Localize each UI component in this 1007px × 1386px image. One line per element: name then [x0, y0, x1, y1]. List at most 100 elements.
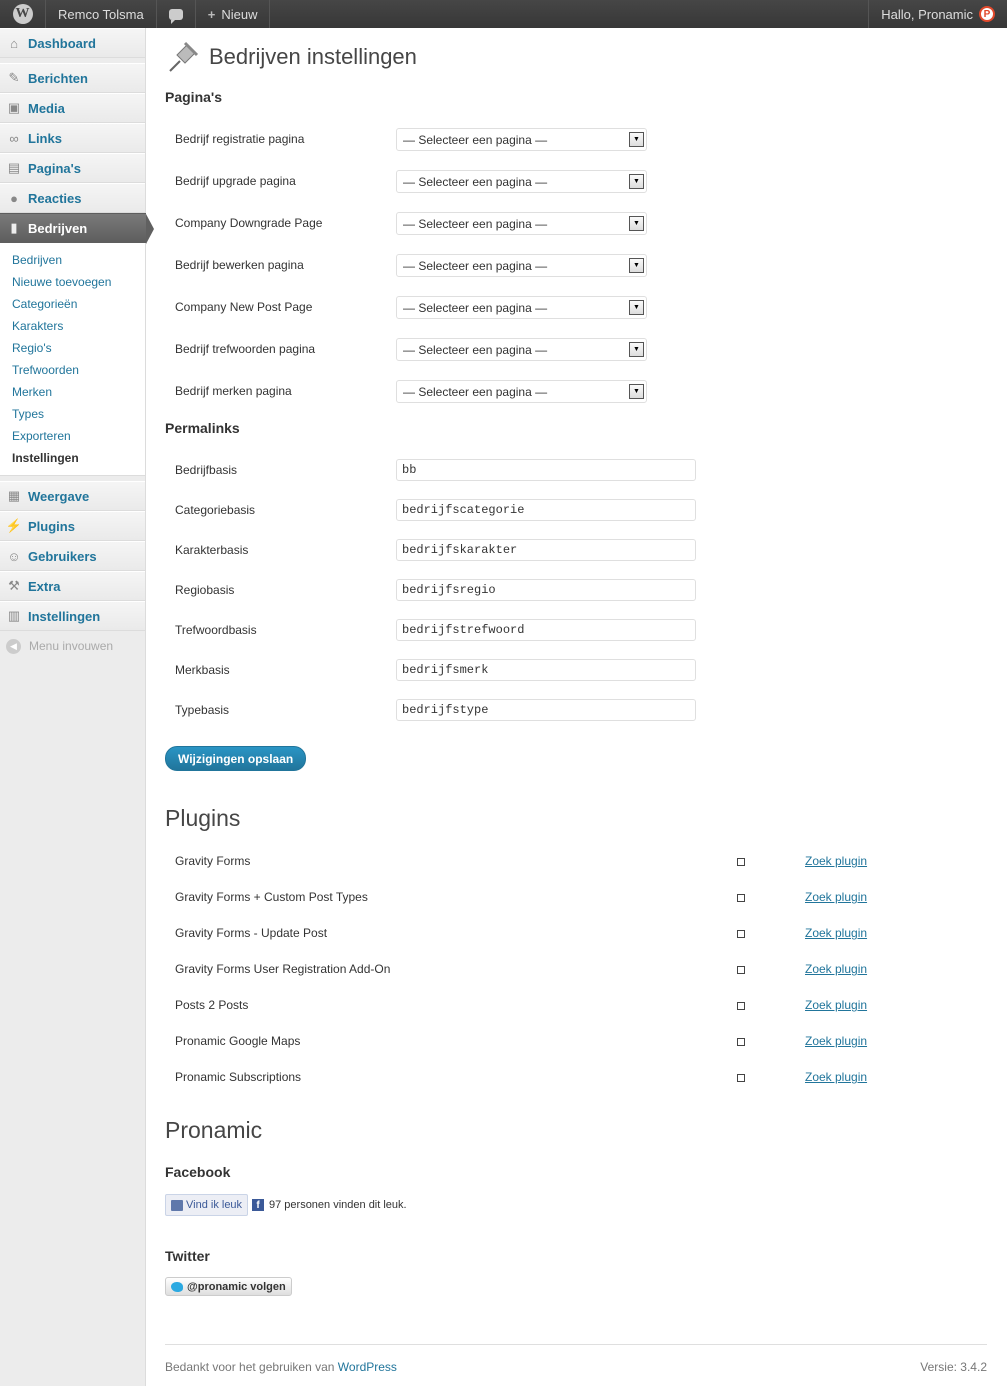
submenu-item-merken[interactable]: Merken: [0, 381, 145, 403]
plugins-icon: ⚡: [5, 518, 23, 533]
dropdown-arrow-icon: ▼: [629, 342, 644, 357]
company-base-input[interactable]: bb: [396, 459, 696, 481]
pushpin-icon: [169, 41, 199, 72]
menu-item-media[interactable]: ▣ Media: [0, 93, 145, 123]
type-base-input[interactable]: bedrijfstype: [396, 699, 696, 721]
permalink-row-label: Categoriebasis: [175, 503, 256, 517]
submenu-item-bedrijven[interactable]: Bedrijven: [0, 249, 145, 271]
select-value: — Selecteer een pagina —: [403, 300, 548, 315]
menu-item-pages[interactable]: ▤ Pagina's: [0, 153, 145, 183]
page-row-label: Bedrijf upgrade pagina: [175, 174, 296, 188]
wordpress-logo-icon[interactable]: W: [0, 0, 46, 28]
registration-page-select[interactable]: — Selecteer een pagina — ▼: [396, 128, 647, 151]
submenu-item-types[interactable]: Types: [0, 403, 145, 425]
menu-label: Instellingen: [28, 608, 101, 624]
settings-icon: ▥: [7, 608, 21, 623]
plugin-name: Gravity Forms - Update Post: [175, 926, 328, 940]
page-row-label: Bedrijf trefwoorden pagina: [175, 342, 316, 356]
plugin-name: Gravity Forms + Custom Post Types: [175, 890, 368, 904]
page-row-label: Bedrijf registratie pagina: [175, 132, 305, 146]
menu-item-instellingen[interactable]: ▥ Instellingen: [0, 601, 145, 631]
find-plugin-link[interactable]: Zoek plugin: [805, 854, 867, 868]
keywords-page-select[interactable]: — Selecteer een pagina — ▼: [396, 338, 647, 361]
collapse-menu-button[interactable]: ◀ Menu invouwen: [0, 631, 145, 661]
twitter-follow-button[interactable]: @pronamic volgen: [165, 1277, 292, 1296]
character-base-input[interactable]: bedrijfskarakter: [396, 539, 696, 561]
select-value: — Selecteer een pagina —: [403, 216, 548, 231]
page-row-label: Company New Post Page: [175, 300, 313, 314]
submenu-item-instellingen[interactable]: Instellingen: [0, 447, 145, 469]
find-plugin-link[interactable]: Zoek plugin: [805, 962, 867, 976]
menu-label: Pagina's: [28, 160, 81, 176]
downgrade-page-select[interactable]: — Selecteer een pagina — ▼: [396, 212, 647, 235]
menu-label: Media: [28, 100, 65, 116]
new-post-page-select[interactable]: — Selecteer een pagina — ▼: [396, 296, 647, 319]
facebook-heading: Facebook: [165, 1164, 231, 1180]
plugin-name: Pronamic Subscriptions: [175, 1070, 302, 1084]
menu-item-berichten[interactable]: ✎ Berichten: [0, 63, 145, 93]
twitter-heading: Twitter: [165, 1248, 210, 1264]
find-plugin-link[interactable]: Zoek plugin: [805, 926, 867, 940]
keyword-base-input[interactable]: bedrijfstrefwoord: [396, 619, 696, 641]
plugin-status-checkbox: [737, 1074, 745, 1082]
links-icon: ∞: [9, 130, 19, 146]
find-plugin-link[interactable]: Zoek plugin: [805, 1070, 867, 1084]
wordpress-link[interactable]: WordPress: [338, 1360, 397, 1374]
page-title: Bedrijven instellingen: [209, 44, 417, 69]
page-header: Bedrijven instellingen: [165, 28, 987, 86]
permalink-row-label: Merkbasis: [175, 663, 230, 677]
menu-item-gebruikers[interactable]: ☺ Gebruikers: [0, 541, 145, 571]
menu-item-extra[interactable]: ⚒ Extra: [0, 571, 145, 601]
find-plugin-link[interactable]: Zoek plugin: [805, 1034, 867, 1048]
new-content-link[interactable]: + Nieuw: [196, 0, 271, 28]
plugin-status-checkbox: [737, 966, 745, 974]
facebook-like-count: 97 personen vinden dit leuk.: [269, 1199, 407, 1211]
page-row-label: Bedrijf bewerken pagina: [175, 258, 304, 272]
submenu-item-trefwoorden[interactable]: Trefwoorden: [0, 359, 145, 381]
select-value: — Selecteer een pagina —: [403, 174, 548, 189]
my-account-link[interactable]: Hallo, Pronamic P: [868, 0, 1007, 28]
submenu-item-nieuwe-toevoegen[interactable]: Nieuwe toevoegen: [0, 271, 145, 293]
comments-link[interactable]: [157, 0, 196, 28]
plugins-heading: Plugins: [165, 805, 241, 831]
submenu-item-regios[interactable]: Regio's: [0, 337, 145, 359]
upgrade-page-select[interactable]: — Selecteer een pagina — ▼: [396, 170, 647, 193]
users-icon: ☺: [7, 548, 21, 564]
version-text: Versie: 3.4.2: [920, 1360, 987, 1374]
admin-menu: ⌂ Dashboard ✎ Berichten ▣ Media ∞ Links ▤ Pag…: [0, 28, 154, 1386]
facebook-like-button[interactable]: Vind ik leuk: [165, 1194, 249, 1216]
menu-item-weergave[interactable]: ▦ Weergave: [0, 481, 145, 511]
save-changes-button[interactable]: Wijzigingen opslaan: [165, 746, 307, 771]
menu-label: Weergave: [28, 488, 90, 504]
menu-label: Dashboard: [28, 35, 96, 51]
menu-item-links[interactable]: ∞ Links: [0, 123, 145, 153]
page-row-label: Company Downgrade Page: [175, 216, 323, 230]
submenu-item-categorieen[interactable]: Categorieën: [0, 293, 145, 315]
page-row-label: Bedrijf merken pagina: [175, 384, 292, 398]
menu-item-bedrijven[interactable]: ▮ Bedrijven: [0, 213, 154, 244]
greeting-text: Hallo, Pronamic: [881, 6, 973, 22]
menu-label: Links: [28, 130, 62, 146]
region-base-input[interactable]: bedrijfsregio: [396, 579, 696, 601]
new-label: Nieuw: [221, 6, 258, 22]
menu-item-plugins[interactable]: ⚡ Plugins: [0, 511, 145, 541]
find-plugin-link[interactable]: Zoek plugin: [805, 998, 867, 1012]
submenu-item-exporteren[interactable]: Exporteren: [0, 425, 145, 447]
category-base-input[interactable]: bedrijfscategorie: [396, 499, 696, 521]
plugin-name: Gravity Forms User Registration Add-On: [175, 962, 391, 976]
collapse-label: Menu invouwen: [29, 639, 114, 653]
submenu-item-karakters[interactable]: Karakters: [0, 315, 145, 337]
site-name-link[interactable]: Remco Tolsma: [46, 0, 157, 28]
dropdown-arrow-icon: ▼: [629, 174, 644, 189]
pronamic-heading: Pronamic: [165, 1117, 263, 1143]
brands-page-select[interactable]: — Selecteer een pagina — ▼: [396, 380, 647, 403]
find-plugin-link[interactable]: Zoek plugin: [805, 890, 867, 904]
menu-item-dashboard[interactable]: ⌂ Dashboard: [0, 28, 145, 58]
menu-item-reacties[interactable]: ● Reacties: [0, 183, 145, 213]
dropdown-arrow-icon: ▼: [629, 384, 644, 399]
brand-base-input[interactable]: bedrijfsmerk: [396, 659, 696, 681]
dashboard-icon: ⌂: [10, 35, 18, 51]
plugin-name: Gravity Forms: [175, 854, 251, 868]
dropdown-arrow-icon: ▼: [629, 216, 644, 231]
edit-page-select[interactable]: — Selecteer een pagina — ▼: [396, 254, 647, 277]
